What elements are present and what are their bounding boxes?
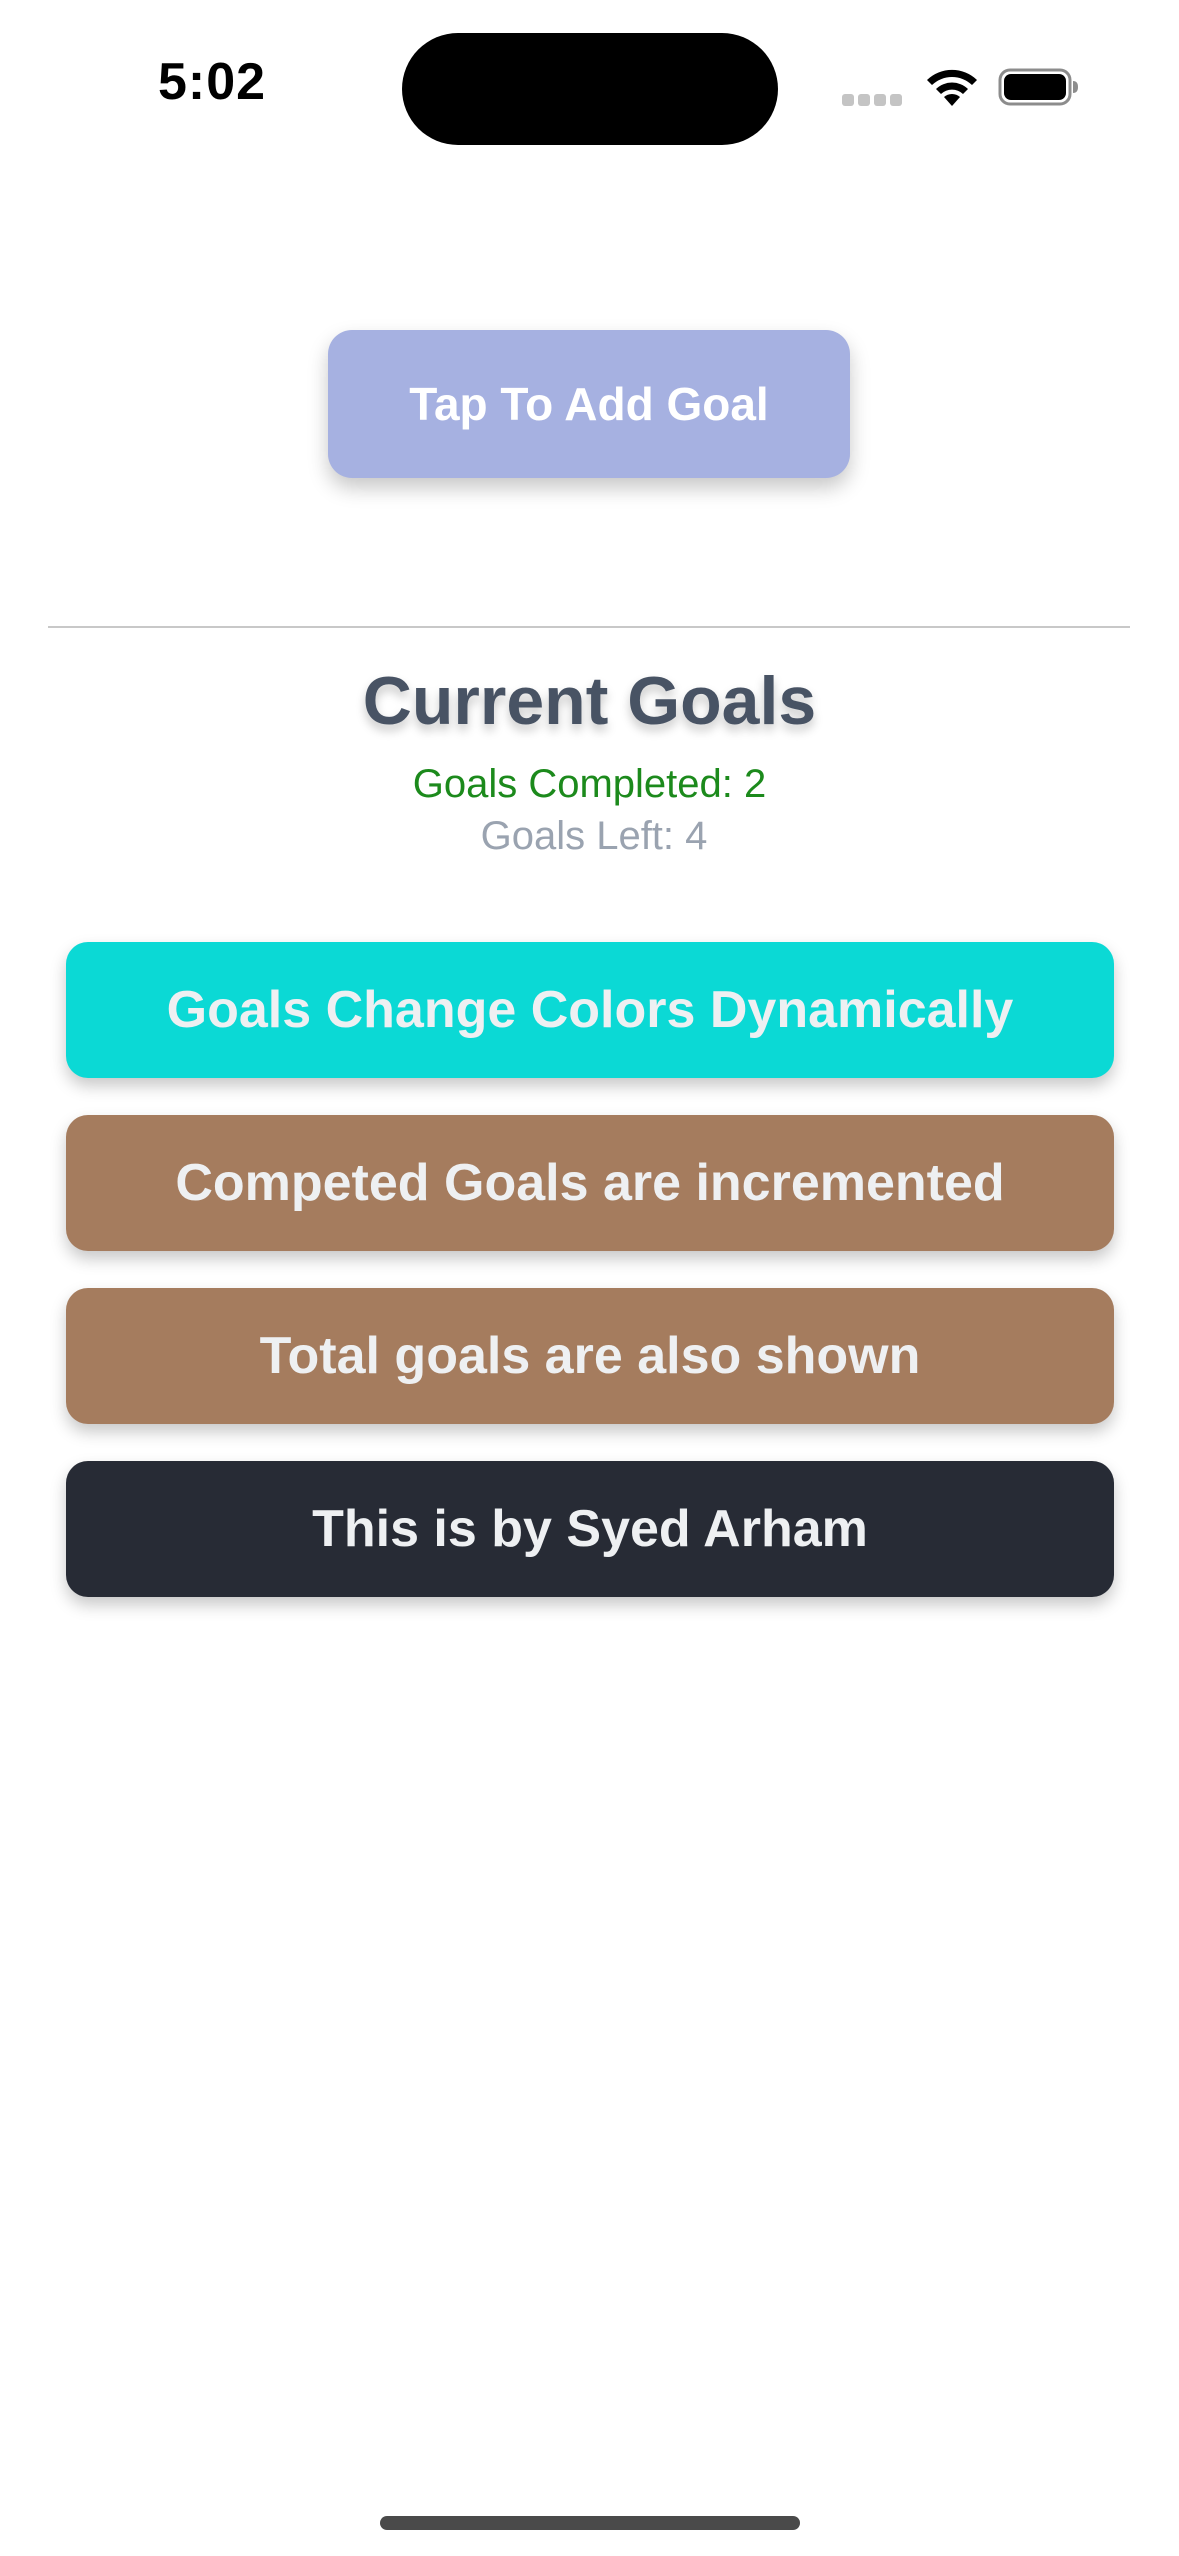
goal-item[interactable]: Goals Change Colors Dynamically [66,942,1114,1078]
home-indicator[interactable] [380,2516,800,2530]
goal-list: Goals Change Colors Dynamically Competed… [66,942,1114,1634]
battery-icon [998,68,1078,106]
goal-label: Total goals are also shown [259,1327,921,1385]
goal-item[interactable]: This is by Syed Arham [66,1461,1114,1597]
goal-item[interactable]: Total goals are also shown [66,1288,1114,1424]
status-indicators [842,62,1082,112]
add-goal-button[interactable]: Tap To Add Goal [328,330,850,478]
cellular-signal-icon [842,94,904,108]
page-title: Current Goals [362,663,817,739]
goal-label: Competed Goals are incremented [175,1154,1005,1212]
goal-label: Goals Change Colors Dynamically [166,981,1014,1039]
goals-completed-count: Goals Completed: 2 [412,762,767,806]
goal-item[interactable]: Competed Goals are incremented [66,1115,1114,1251]
divider [48,626,1130,628]
dynamic-island [402,33,778,145]
status-time: 5:02 [158,53,267,111]
goals-left-count: Goals Left: 4 [480,814,708,858]
goal-label: This is by Syed Arham [312,1500,868,1558]
wifi-icon [927,69,977,106]
